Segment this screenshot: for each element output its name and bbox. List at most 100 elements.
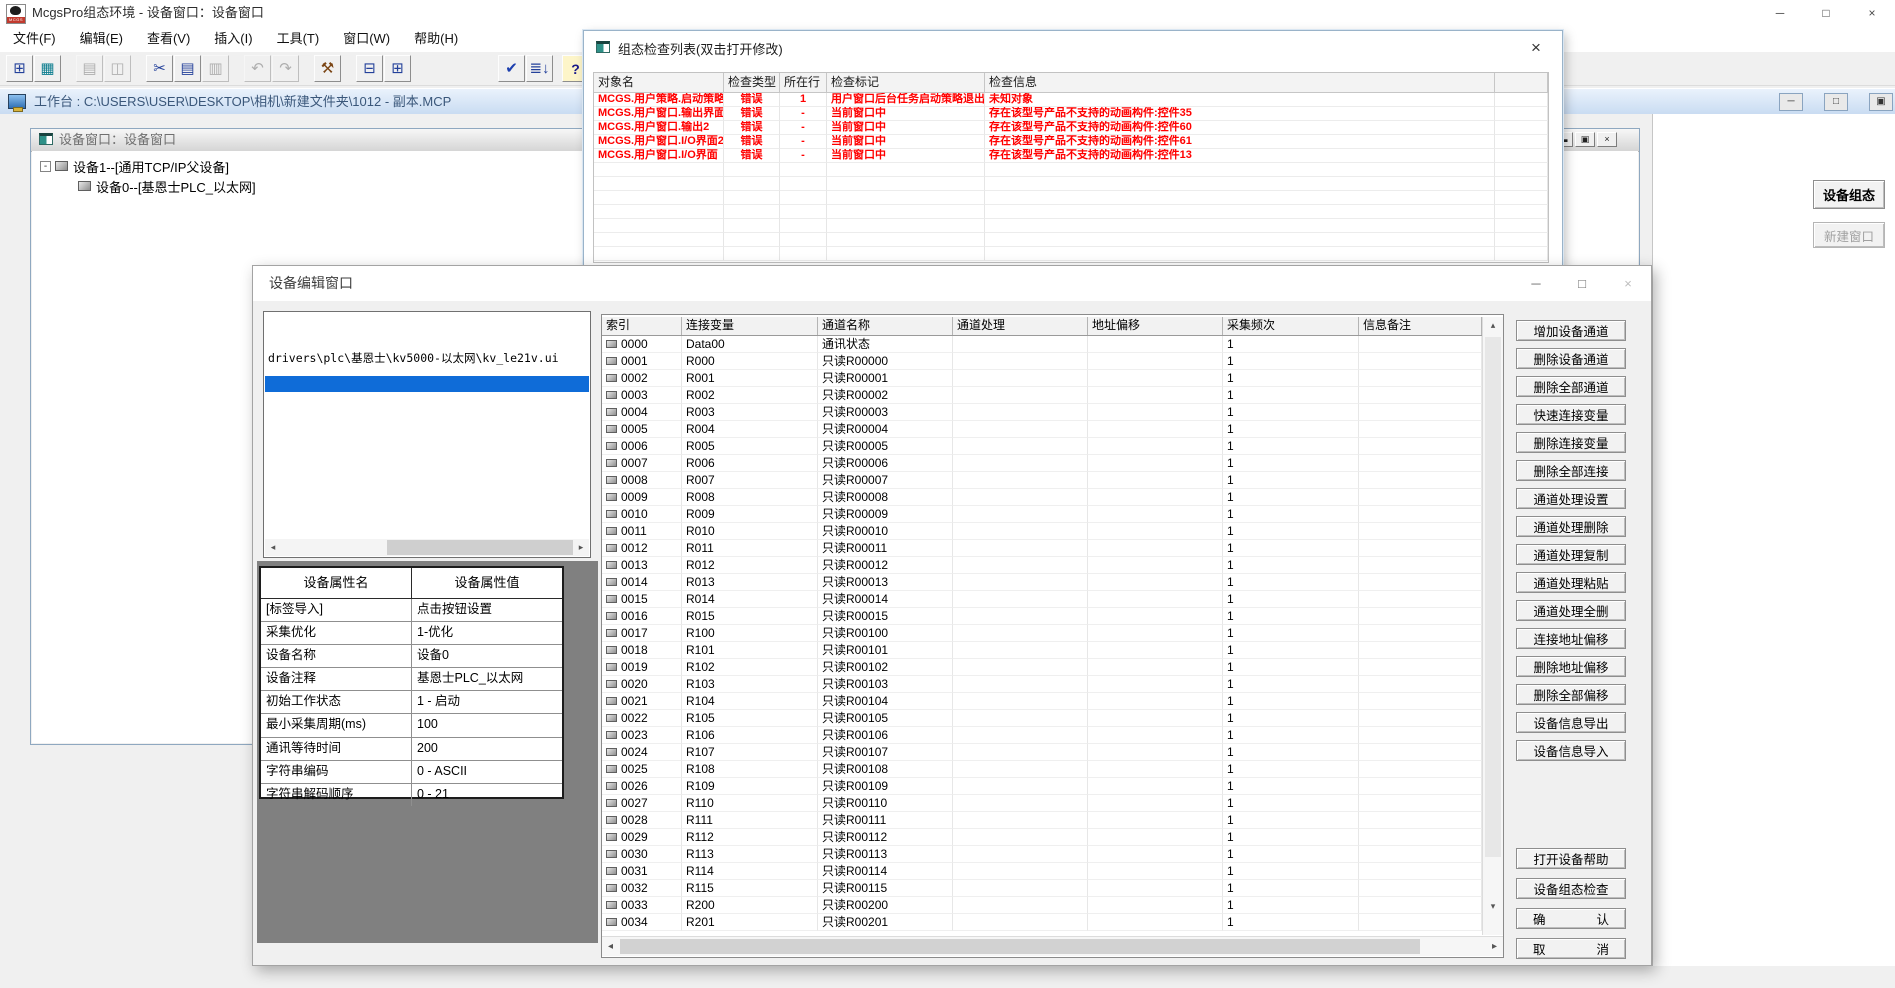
table-row[interactable]: 0013R012只读R000121	[602, 557, 1482, 574]
close-button[interactable]: ×	[1597, 132, 1617, 147]
table-row[interactable]: 0009R008只读R000081	[602, 489, 1482, 506]
close-button[interactable]: ×	[1849, 0, 1895, 26]
channel-column-header[interactable]: 连接变量	[682, 317, 818, 335]
table-row[interactable]: 0010R009只读R000091	[602, 506, 1482, 523]
property-row[interactable]: 设备注释基恩士PLC_以太网	[261, 668, 562, 691]
new-window-button[interactable]: 新建窗口	[1813, 222, 1885, 248]
check-column-header[interactable]: 检查信息	[985, 73, 1495, 92]
table-row[interactable]: 0022R105只读R001051	[602, 710, 1482, 727]
table-row[interactable]: 0020R103只读R001031	[602, 676, 1482, 693]
close-button[interactable]: ×	[1605, 266, 1651, 301]
scroll-thumb[interactable]	[1485, 337, 1501, 857]
new-window-icon[interactable]: ⊞	[6, 55, 33, 82]
check-column-header[interactable]: 对象名	[594, 73, 724, 92]
table-row[interactable]: 0032R115只读R001151	[602, 880, 1482, 897]
device-config-button[interactable]: 设备组态	[1813, 180, 1885, 209]
check-column-header[interactable]: 检查标记	[827, 73, 985, 92]
property-row[interactable]: 最小采集周期(ms)100	[261, 714, 562, 737]
table-row[interactable]: 0002R001只读R000011	[602, 370, 1482, 387]
channel-column-header[interactable]: 地址偏移	[1088, 317, 1223, 335]
table-row[interactable]: MCGS.用户窗口.I/O界面错误-当前窗口中存在该型号产品不支持的动画构件:控…	[594, 149, 1548, 163]
cut-icon[interactable]: ✂	[146, 55, 173, 82]
table-row[interactable]: 0026R109只读R001091	[602, 778, 1482, 795]
property-row[interactable]: 初始工作状态1 - 启动	[261, 691, 562, 714]
channel-column-header[interactable]: 信息备注	[1359, 317, 1482, 335]
channel-column-header[interactable]: 索引	[602, 317, 682, 335]
maximize-button[interactable]: □	[1559, 266, 1605, 301]
close-button[interactable]: ▣	[1869, 93, 1893, 111]
scroll-right-icon[interactable]: ▸	[573, 542, 589, 553]
table-row[interactable]: 0014R013只读R000131	[602, 574, 1482, 591]
table-row[interactable]: MCGS.用户窗口.输出界面错误-当前窗口中存在该型号产品不支持的动画构件:控件…	[594, 107, 1548, 121]
table-row[interactable]: 0003R002只读R000021	[602, 387, 1482, 404]
table-row[interactable]: 0029R112只读R001121	[602, 829, 1482, 846]
scroll-left-icon[interactable]: ◂	[265, 542, 281, 553]
channel-vscrollbar[interactable]: ▴ ▾	[1482, 317, 1503, 935]
bottom-button-2[interactable]: 确认	[1516, 908, 1626, 929]
scroll-thumb[interactable]	[387, 540, 573, 555]
scroll-thumb[interactable]	[620, 939, 1420, 954]
tools-icon[interactable]: ⚒	[314, 55, 341, 82]
scroll-right-icon[interactable]: ▸	[1486, 937, 1503, 956]
table-row[interactable]: 0004R003只读R000031	[602, 404, 1482, 421]
table-row[interactable]: 0034R201只读R002011	[602, 914, 1482, 931]
menu-item-5[interactable]: 窗口(W)	[332, 27, 401, 51]
table-row[interactable]: 0019R102只读R001021	[602, 659, 1482, 676]
side-button-10[interactable]: 通道处理全删	[1516, 600, 1626, 621]
table-row[interactable]: 0018R101只读R001011	[602, 642, 1482, 659]
side-button-14[interactable]: 设备信息导出	[1516, 712, 1626, 733]
tree-item-1[interactable]: 设备0--[基恩士PLC_以太网]	[78, 177, 256, 195]
table-row[interactable]: 0007R006只读R000061	[602, 455, 1482, 472]
side-button-15[interactable]: 设备信息导入	[1516, 740, 1626, 761]
side-button-13[interactable]: 删除全部偏移	[1516, 684, 1626, 705]
table-row[interactable]: 0024R107只读R001071	[602, 744, 1482, 761]
channel-column-header[interactable]: 通道名称	[818, 317, 953, 335]
copy-icon[interactable]: ▤	[174, 55, 201, 82]
table-row[interactable]: 0030R113只读R001131	[602, 846, 1482, 863]
table-row[interactable]: 0025R108只读R001081	[602, 761, 1482, 778]
side-button-0[interactable]: 增加设备通道	[1516, 320, 1626, 341]
channel-column-header[interactable]: 通道处理	[953, 317, 1088, 335]
driver-selected-row[interactable]	[265, 376, 589, 392]
channel-column-header[interactable]: 采集频次	[1223, 317, 1359, 335]
property-row[interactable]: 通讯等待时间200	[261, 738, 562, 761]
save-icon[interactable]: ▦	[34, 55, 61, 82]
table-row[interactable]: 0033R200只读R002001	[602, 897, 1482, 914]
property-row[interactable]: [标签导入]点击按钮设置	[261, 599, 562, 622]
scroll-down-icon[interactable]: ▾	[1483, 898, 1503, 915]
scroll-left-icon[interactable]: ◂	[602, 937, 619, 956]
table-row[interactable]: 0028R111只读R001111	[602, 812, 1482, 829]
property-row[interactable]: 设备名称设备0	[261, 645, 562, 668]
table-row[interactable]: 0017R100只读R001001	[602, 625, 1482, 642]
menu-item-0[interactable]: 文件(F)	[2, 27, 67, 51]
bottom-button-3[interactable]: 取消	[1516, 938, 1626, 959]
side-button-2[interactable]: 删除全部通道	[1516, 376, 1626, 397]
check-column-header[interactable]	[1495, 73, 1548, 92]
side-button-8[interactable]: 通道处理复制	[1516, 544, 1626, 565]
maximize-button[interactable]: □	[1824, 93, 1848, 111]
sort-list-icon[interactable]: ≣↓	[526, 55, 553, 82]
property-row[interactable]: 字符串编码0 - ASCII	[261, 761, 562, 784]
minimize-button[interactable]: ─	[1513, 266, 1559, 301]
maximize-button[interactable]: ▣	[1575, 132, 1595, 147]
side-button-12[interactable]: 删除地址偏移	[1516, 656, 1626, 677]
side-button-11[interactable]: 连接地址偏移	[1516, 628, 1626, 649]
side-button-3[interactable]: 快速连接变量	[1516, 404, 1626, 425]
menu-item-2[interactable]: 查看(V)	[136, 27, 201, 51]
table-row[interactable]: 0005R004只读R000041	[602, 421, 1482, 438]
table-row[interactable]: 0015R014只读R000141	[602, 591, 1482, 608]
close-icon[interactable]: ×	[1524, 37, 1548, 59]
side-button-5[interactable]: 删除全部连接	[1516, 460, 1626, 481]
minimize-button[interactable]: ─	[1757, 0, 1803, 26]
property-row[interactable]: 字符串解码顺序0 - 21	[261, 784, 562, 806]
driver-list[interactable]: drivers\plc\基恩士\kv5000-以太网\kv_le21v.ui ◂…	[263, 311, 591, 558]
table-row[interactable]: 0011R010只读R000101	[602, 523, 1482, 540]
menu-item-4[interactable]: 工具(T)	[266, 27, 331, 51]
window-tile-icon[interactable]: ⊞	[384, 55, 411, 82]
check-column-header[interactable]: 检查类型	[724, 73, 780, 92]
side-button-9[interactable]: 通道处理粘贴	[1516, 572, 1626, 593]
bottom-button-1[interactable]: 设备组态检查	[1516, 878, 1626, 899]
window-cascade-icon[interactable]: ⊟	[356, 55, 383, 82]
table-row[interactable]: 0001R000只读R000001	[602, 353, 1482, 370]
side-button-7[interactable]: 通道处理删除	[1516, 516, 1626, 537]
